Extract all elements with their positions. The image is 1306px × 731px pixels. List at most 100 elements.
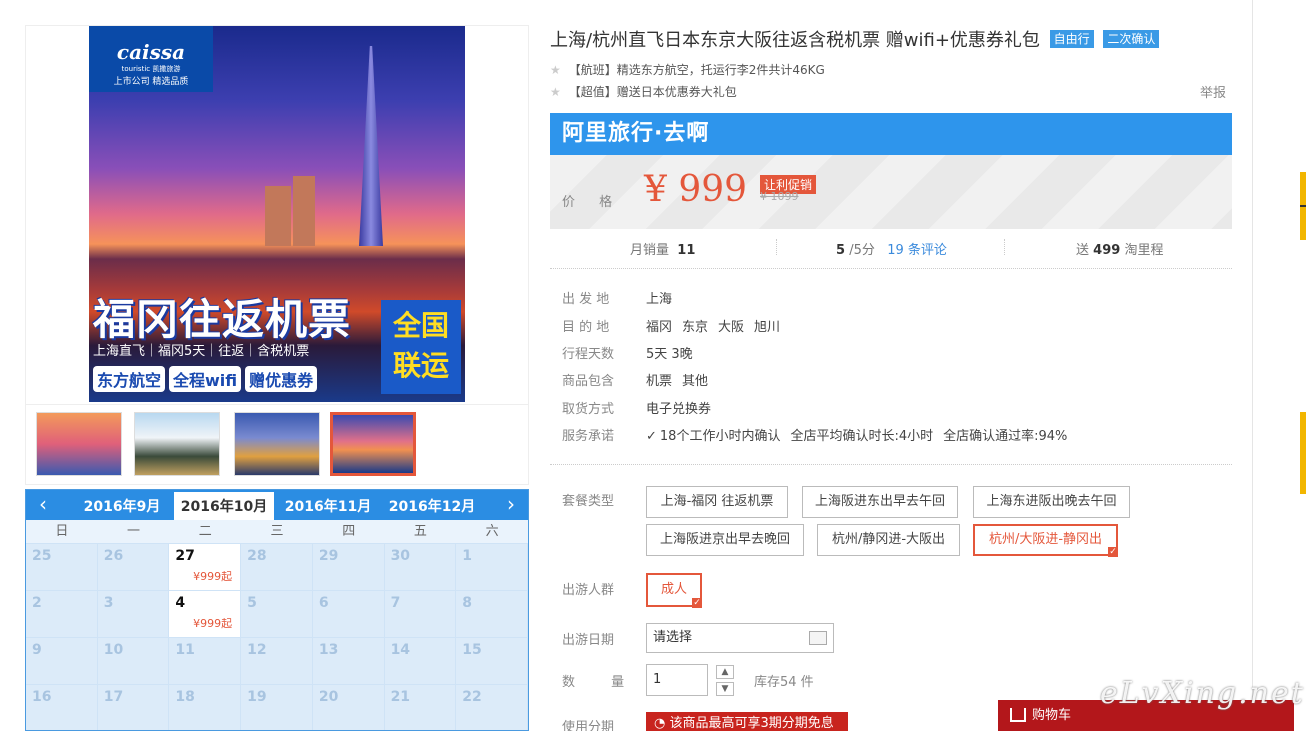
tower-graphic [359, 46, 383, 246]
reviews-link[interactable]: 19 条评论 [887, 243, 947, 258]
attr-value-item: 其他 [682, 374, 709, 389]
side-toolbar-bar[interactable] [1300, 412, 1306, 494]
attr-value-item: 东京 [682, 320, 709, 335]
building-graphic [293, 176, 315, 246]
day-number: 13 [318, 642, 339, 658]
calendar-day[interactable]: 29 [312, 544, 385, 591]
calendar-day[interactable]: 13 [312, 638, 385, 685]
attr-label: 服务承诺 [562, 429, 615, 444]
crowd-option-adult[interactable]: 成人 [646, 573, 702, 608]
score-value: 5 [836, 243, 846, 258]
calendar-day[interactable]: 11 [169, 638, 242, 685]
weekday: 六 [485, 524, 499, 539]
price-value: ¥ 999 [644, 169, 748, 210]
attr-value-item: 18个工作小时内确认 [659, 429, 781, 444]
calendar-day[interactable]: 12 [241, 638, 313, 685]
calendar-days: 25 26 27 ¥999起 28 29 30 1 2 3 4 ¥999起 5 6 7 8 9 10 11 12 13 1… [26, 544, 528, 730]
month-tab[interactable]: 2016年12月 [382, 494, 482, 520]
calendar-day[interactable]: 22 [456, 685, 528, 730]
thumbnail[interactable] [134, 412, 220, 476]
star-icon: ★ [550, 85, 561, 99]
calendar-day[interactable]: 2 [26, 591, 98, 638]
package-option[interactable]: 上海-福冈 往返机票 [646, 486, 788, 518]
quantity-input[interactable]: 1 [646, 664, 708, 696]
day-number: 20 [318, 689, 339, 705]
calendar-day[interactable]: 5 [241, 591, 313, 638]
package-option-selected[interactable]: 杭州/大阪进-静冈出 [973, 524, 1118, 557]
poster-tag: 全程wifi [169, 366, 242, 392]
calendar-day[interactable]: 3 [97, 591, 170, 638]
chevron-right-icon[interactable]: › [496, 490, 526, 520]
feature-item: ★ 【超值】赠送日本优惠券大礼包 [550, 83, 737, 100]
logo-text: caissa [116, 40, 186, 64]
calendar-day[interactable]: 27 ¥999起 [169, 544, 242, 591]
main-image[interactable]: caissa touristic 凯撒旅游 上市公司 精选品质 福冈往返机票 上… [25, 25, 529, 405]
calendar-day[interactable]: 4 ¥999起 [169, 591, 242, 638]
day-number: 21 [390, 689, 411, 705]
divider [776, 239, 777, 255]
thumbnail[interactable] [36, 412, 122, 476]
chevron-left-icon[interactable]: ‹ [28, 490, 58, 520]
calendar-day[interactable]: 28 [241, 544, 313, 591]
attr-value-item: 电子兑换券 [646, 402, 712, 417]
calendar-day[interactable]: 6 [312, 591, 385, 638]
travel-date-input[interactable]: 请选择 [646, 623, 834, 653]
installment-icon: ◔ [654, 716, 670, 731]
feature-item: ★ 【航班】精选东方航空，托运行李2件共计46KG [550, 61, 825, 78]
nation-line: 联运 [392, 349, 449, 382]
calendar-day[interactable]: 14 [384, 638, 457, 685]
miles: 送 499 淘里程 [1076, 239, 1163, 258]
calendar-day[interactable]: 20 [312, 685, 385, 730]
calendar-day[interactable]: 16 [26, 685, 98, 730]
watermark: eLvXing.net [1100, 676, 1305, 711]
calendar-day[interactable]: 9 [26, 638, 98, 685]
feature-text: 【航班】精选东方航空，托运行李2件共计46KG [568, 63, 825, 77]
calendar-day[interactable]: 10 [97, 638, 170, 685]
day-number: 6 [318, 595, 329, 611]
miles-suffix: 淘里程 [1124, 243, 1164, 258]
day-number: 30 [390, 548, 411, 564]
calendar-day[interactable]: 19 [241, 685, 313, 730]
calendar-day[interactable]: 18 [169, 685, 242, 730]
package-option[interactable]: 上海东进阪出晚去午回 [973, 486, 1130, 518]
attr-value-item: 福冈 [646, 320, 673, 335]
poster-tags: 东方航空 全程wifi 赠优惠券 [93, 366, 318, 392]
calendar-day[interactable]: 26 [97, 544, 170, 591]
price-label: 价 格 [562, 195, 623, 210]
month-tab-active[interactable]: 2016年10月 [174, 492, 274, 520]
calendar-day[interactable]: 8 [456, 591, 528, 638]
calendar-day[interactable]: 15 [456, 638, 528, 685]
day-number: 26 [103, 548, 124, 564]
day-number: 3 [103, 595, 114, 611]
attr-value: 机票 其他 [646, 370, 718, 389]
report-link[interactable]: 举报 [1200, 82, 1226, 101]
calendar-day[interactable]: 1 [456, 544, 528, 591]
installment-label: 使用分期 [562, 720, 615, 731]
calendar-day[interactable]: 7 [384, 591, 457, 638]
weekday: 日 [55, 524, 69, 539]
calendar-day[interactable]: 30 [384, 544, 457, 591]
calendar-day[interactable]: 21 [384, 685, 457, 730]
package-option[interactable]: 上海阪进京出早去晚回 [646, 524, 804, 556]
package-option[interactable]: 上海阪进东出早去午回 [802, 486, 958, 518]
month-tab[interactable]: 2016年11月 [278, 494, 378, 520]
installment-button[interactable]: ◔ 该商品最高可享3期分期免息 [646, 712, 848, 731]
original-price: ¥ 1099 [760, 190, 799, 203]
package-option[interactable]: 杭州/静冈进-大阪出 [817, 524, 960, 556]
check-circle-icon: ✓ [646, 429, 657, 444]
cart-icon [1010, 708, 1026, 722]
thumbnail-active[interactable] [330, 412, 416, 476]
day-number: 12 [247, 642, 267, 658]
increment-button[interactable]: ▲ [716, 665, 734, 679]
date-placeholder: 请选择 [653, 630, 693, 645]
month-tab[interactable]: 2016年9月 [72, 494, 172, 520]
calendar-day[interactable]: 17 [97, 685, 170, 730]
side-toolbar-line [1300, 205, 1306, 207]
day-number: 28 [247, 548, 267, 564]
calendar-icon[interactable] [809, 631, 827, 645]
thumbnail[interactable] [234, 412, 320, 476]
day-number: 29 [318, 548, 339, 564]
decrement-button[interactable]: ▼ [716, 682, 734, 696]
calendar-day[interactable]: 25 [26, 544, 98, 591]
attr-value: 电子兑换券 [646, 398, 721, 417]
